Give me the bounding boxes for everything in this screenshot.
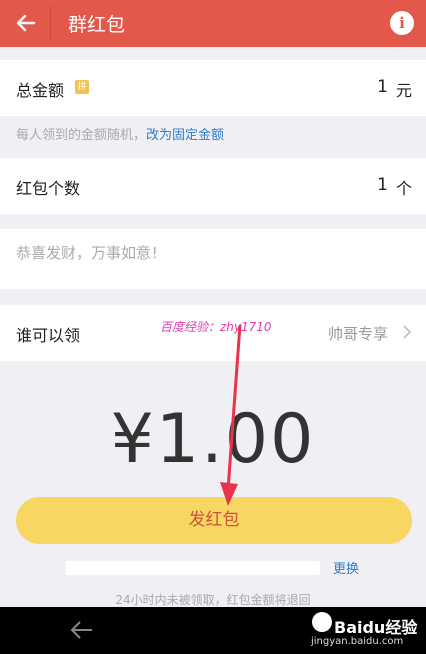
pin-badge: 拼: [75, 80, 89, 94]
change-link[interactable]: 更换: [333, 558, 359, 577]
greeting-field[interactable]: 恭喜发财，万事如意！: [0, 229, 426, 289]
baidu-paw-logo-icon: [312, 612, 332, 632]
total-amount-input[interactable]: 1: [377, 77, 388, 97]
total-amount-unit: 元: [395, 81, 412, 100]
obscured-text: [66, 561, 320, 575]
fixed-amount-link[interactable]: 改为固定金额: [146, 128, 224, 143]
who-can-claim-label: 谁可以领: [16, 326, 81, 345]
refund-footnote: 24小时内未被领取，红包金额将退回: [115, 593, 311, 607]
brand-url: jingyan.baidu.com: [311, 636, 404, 647]
header-divider: [50, 6, 51, 40]
brand-logo: Baidu经验: [334, 618, 418, 637]
count-row[interactable]: 红包个数 1 个: [0, 158, 426, 214]
random-amount-hint: 每人领到的金额随机，改为固定金额: [16, 124, 224, 143]
total-amount-label: 总金额: [16, 81, 65, 100]
chevron-right-icon: [403, 325, 412, 339]
count-input[interactable]: 1: [377, 175, 388, 195]
who-can-claim-value: 帅哥专享: [327, 325, 388, 343]
info-icon[interactable]: i: [390, 11, 414, 35]
hint-text: 每人领到的金额随机，: [16, 128, 147, 143]
watermark-text: 百度经验：zhy1710: [160, 320, 272, 334]
count-unit: 个: [395, 179, 412, 198]
total-amount-row[interactable]: 总金额 拼 1 元: [0, 60, 426, 116]
page-title: 群红包: [68, 14, 126, 36]
send-red-packet-button[interactable]: 发红包: [16, 497, 412, 544]
nav-back-icon[interactable]: [68, 619, 94, 641]
count-label: 红包个数: [16, 179, 81, 198]
app-header: 群红包 i: [0, 0, 426, 47]
greeting-placeholder: 恭喜发财，万事如意！: [16, 244, 167, 262]
amount-display: ¥1.00: [110, 400, 316, 479]
back-arrow-icon[interactable]: [14, 12, 36, 34]
